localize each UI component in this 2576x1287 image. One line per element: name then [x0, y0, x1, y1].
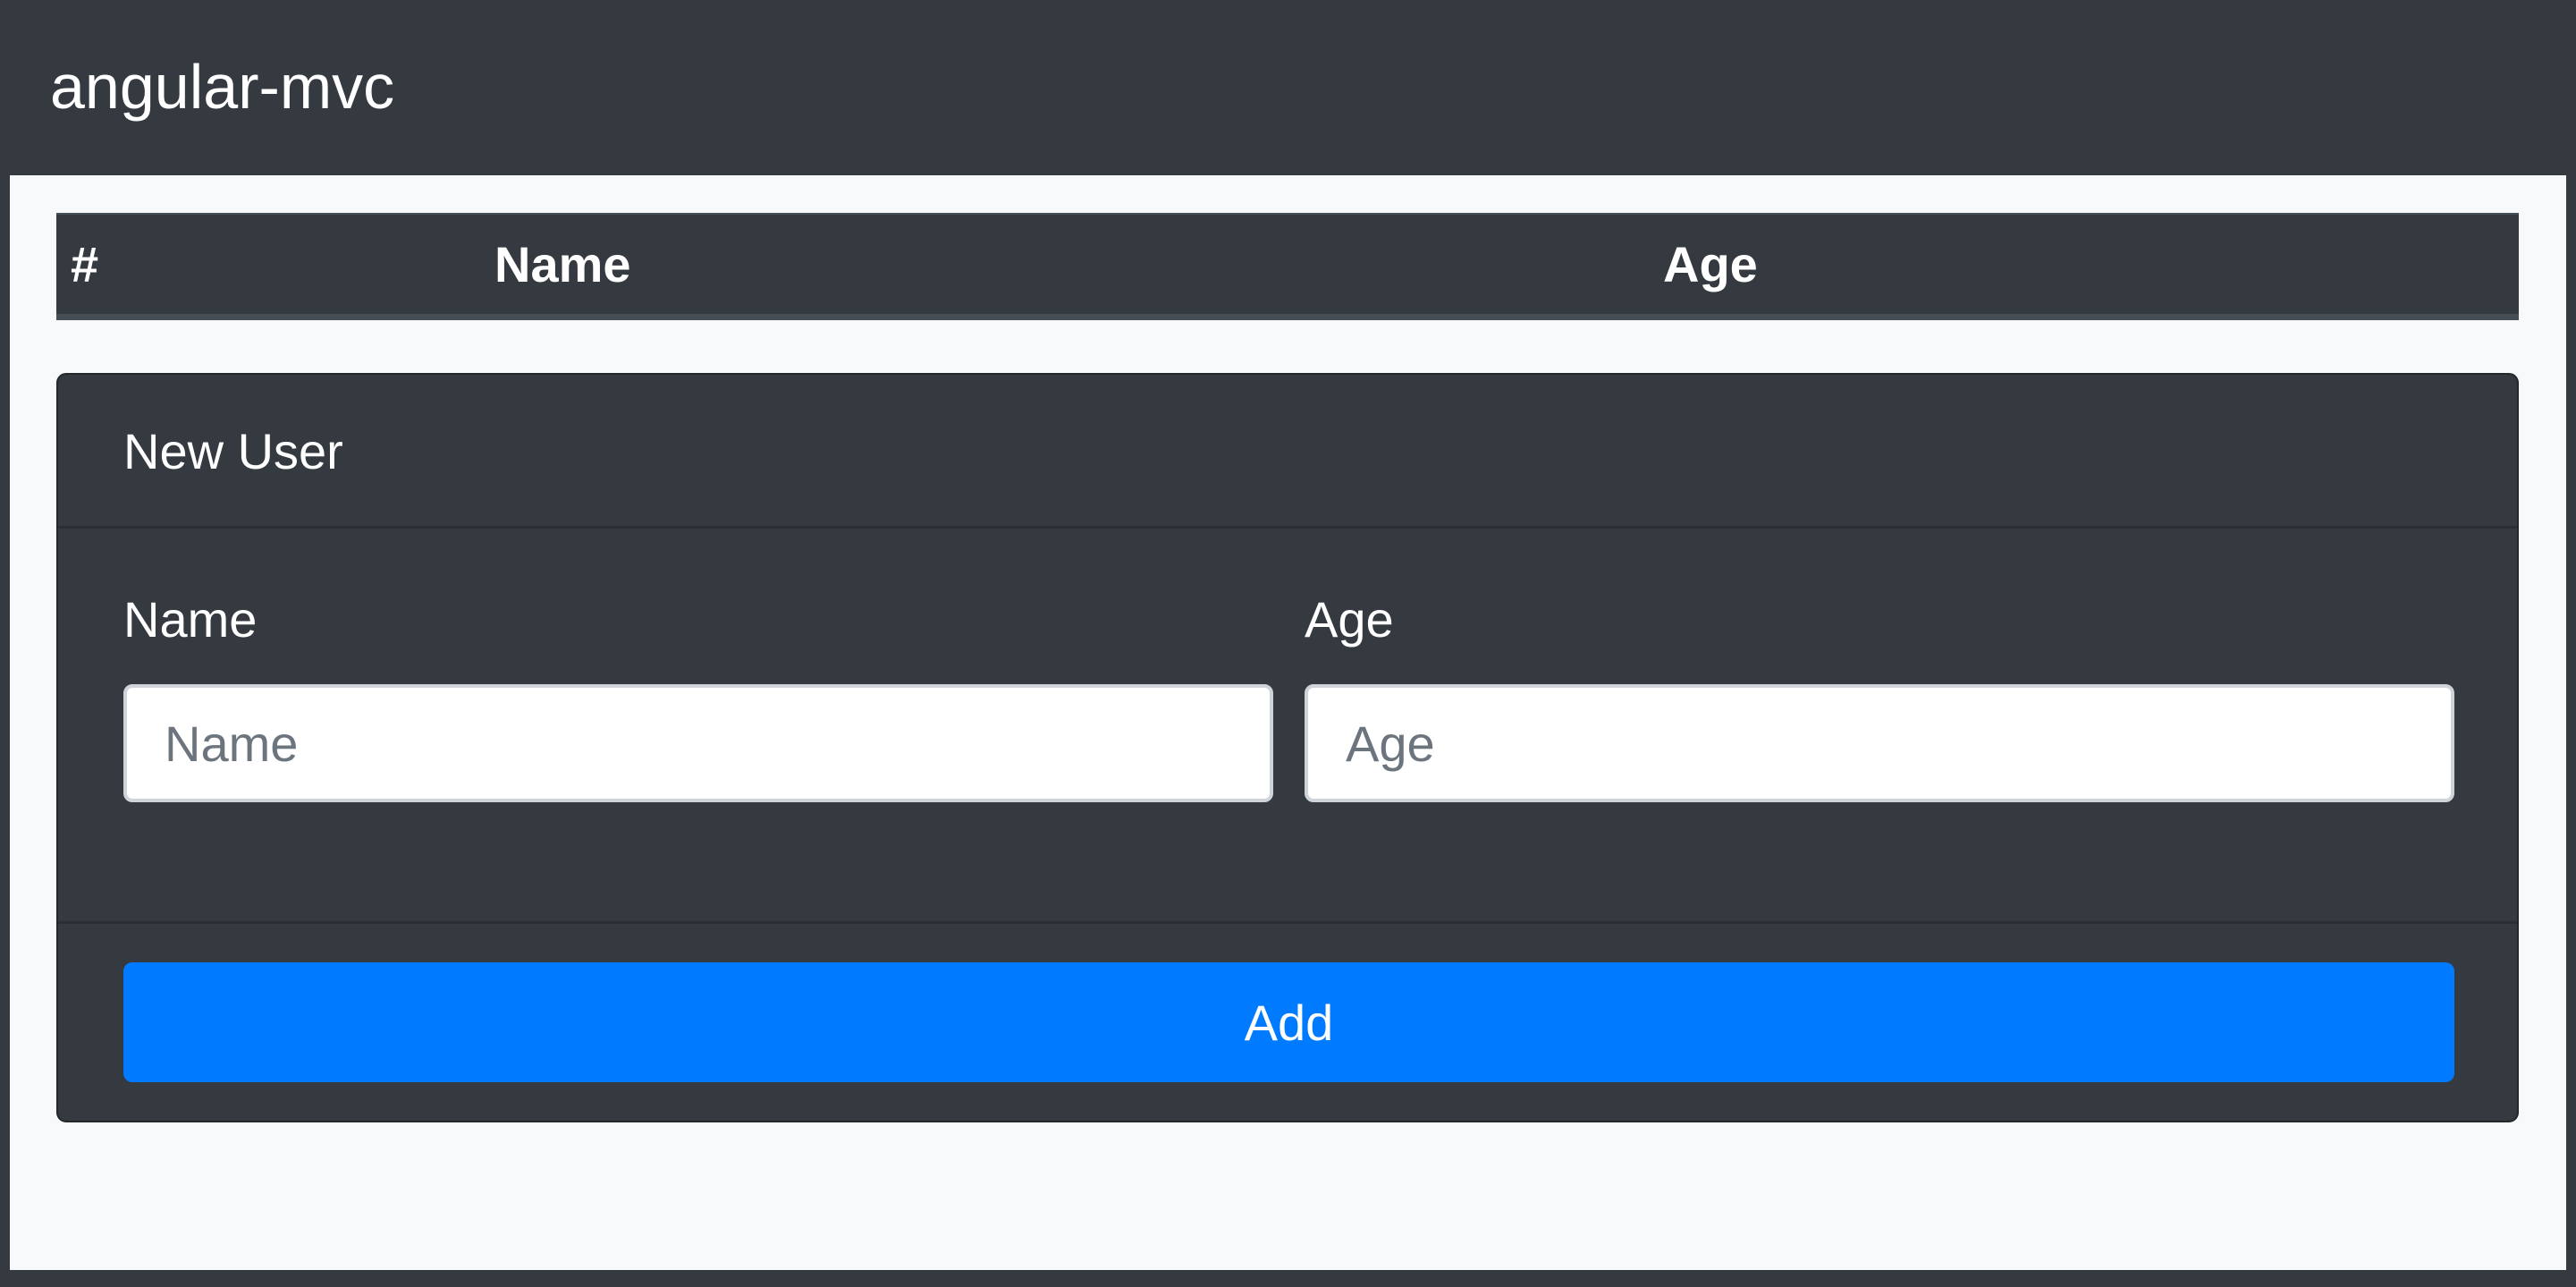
users-table: # Name Age: [56, 213, 2519, 320]
navbar: angular-mvc: [0, 0, 2576, 175]
table-header-name: Name: [494, 236, 631, 292]
age-label: Age: [1305, 591, 1394, 648]
card-footer: Add: [58, 921, 2517, 1121]
main-content: # Name Age New User Name Age Add: [10, 175, 2566, 1270]
name-input[interactable]: [123, 684, 1273, 802]
navbar-brand[interactable]: angular-mvc: [50, 47, 394, 127]
name-label: Name: [123, 591, 258, 648]
new-user-card: New User Name Age Add: [56, 373, 2519, 1122]
age-input[interactable]: [1305, 684, 2454, 802]
table-header-index: #: [71, 236, 99, 292]
card-header: New User: [58, 375, 2517, 529]
add-button[interactable]: Add: [123, 962, 2454, 1082]
table-header-age: Age: [1663, 236, 1758, 292]
card-title: New User: [123, 423, 343, 479]
